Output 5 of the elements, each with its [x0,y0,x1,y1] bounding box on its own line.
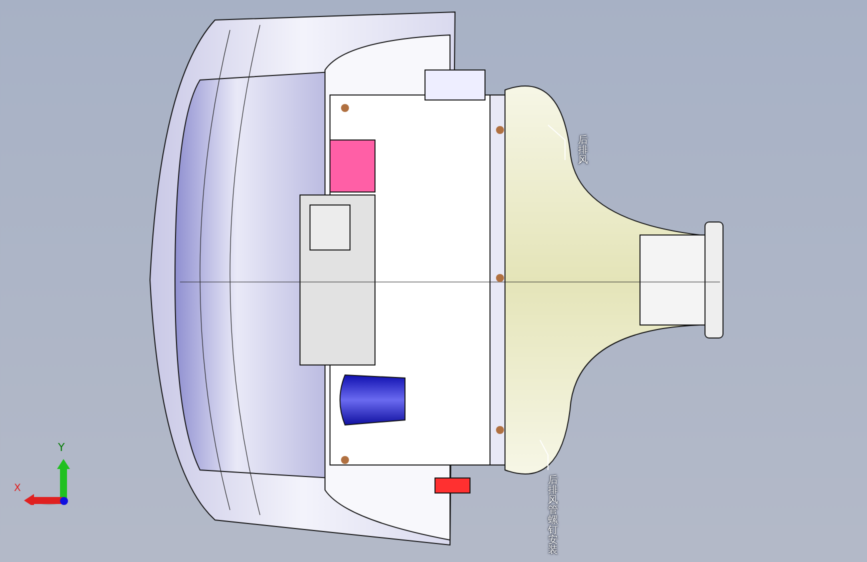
cad-viewport[interactable]: 后排风 后排风管螺钉安装 X Y [0,0,867,562]
annotation-label: 后排风管螺钉安装 [548,476,558,556]
annotation-label: 后排风 [578,136,588,166]
x-axis-label: X [14,484,21,494]
y-axis-label: Y [58,442,65,453]
